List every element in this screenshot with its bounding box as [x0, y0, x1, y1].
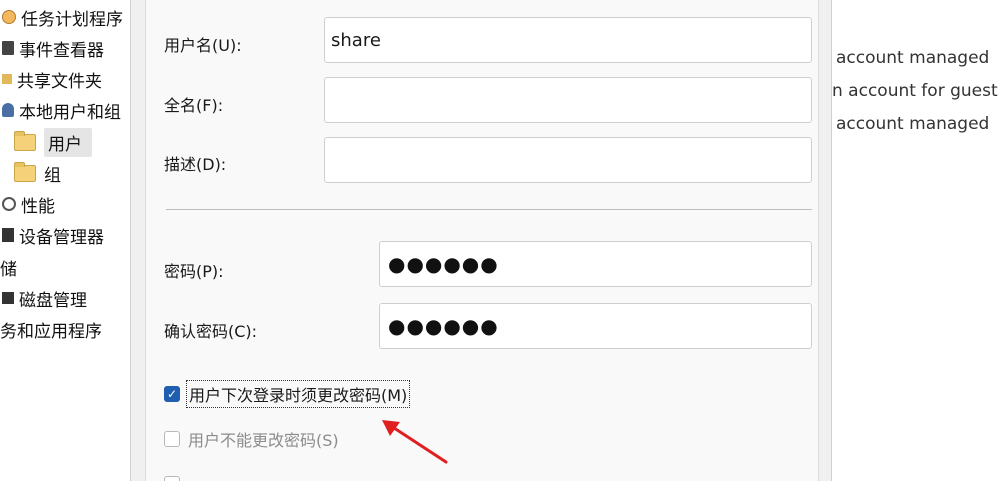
- tree-item-label: 储: [0, 259, 17, 280]
- user-description-list: account managed n account for guest acco…: [832, 0, 1000, 481]
- navigation-tree: 任务计划程序 事件查看器 共享文件夹 本地用户和组 用户 组 性能 设备管理器 …: [0, 0, 140, 481]
- confirm-password-mask: ●●●●●●: [388, 314, 499, 338]
- confirm-password-input[interactable]: ●●●●●●: [379, 303, 812, 349]
- cannot-change-password-label: 用户不能更改密码(S): [188, 431, 339, 450]
- next-option-row[interactable]: [164, 470, 180, 481]
- performance-icon: [2, 197, 16, 211]
- users-group-icon: [2, 103, 14, 117]
- tree-item-label: 磁盘管理: [19, 290, 87, 311]
- list-item[interactable]: n account for guest: [832, 81, 998, 101]
- section-divider: [166, 209, 812, 210]
- tree-item-label: 本地用户和组: [19, 102, 121, 123]
- description-label: 描述(D):: [164, 155, 227, 174]
- user-properties-dialog: 用户名(U): 全名(F): 描述(D): 密码(P): ●●●●●● 确认密码…: [130, 0, 832, 481]
- tree-item-performance[interactable]: 性能: [2, 189, 55, 219]
- clock-icon: [2, 10, 16, 24]
- disk-icon: [2, 292, 14, 304]
- username-input[interactable]: [324, 17, 812, 63]
- tree-item-groups[interactable]: 组: [14, 158, 61, 188]
- shared-folder-icon: [2, 74, 12, 84]
- tree-item-storage[interactable]: 储: [0, 252, 17, 282]
- checkbox-unchecked-icon[interactable]: [164, 476, 180, 481]
- checkbox-unchecked-icon[interactable]: [164, 431, 180, 447]
- tree-item-disk-management[interactable]: 磁盘管理: [2, 283, 87, 313]
- folder-icon: [14, 130, 36, 151]
- device-manager-icon: [2, 228, 14, 242]
- tree-item-label: 任务计划程序: [21, 9, 123, 30]
- password-mask: ●●●●●●: [388, 252, 499, 276]
- folder-icon: [14, 161, 36, 182]
- tree-item-label: 务和应用程序: [0, 321, 102, 342]
- description-input[interactable]: [324, 137, 812, 183]
- fullname-label: 全名(F):: [164, 96, 224, 115]
- tree-item-label: 用户: [44, 127, 92, 157]
- tree-item-task-scheduler[interactable]: 任务计划程序: [2, 2, 123, 32]
- tree-item-label: 事件查看器: [19, 40, 104, 61]
- list-item[interactable]: account managed: [836, 48, 989, 68]
- annotation-arrow-icon: [382, 420, 448, 464]
- fullname-input[interactable]: [324, 77, 812, 123]
- username-label: 用户名(U):: [164, 36, 242, 55]
- must-change-password-option[interactable]: ✓ 用户下次登录时须更改密码(M): [164, 380, 411, 408]
- confirm-password-label: 确认密码(C):: [164, 322, 258, 341]
- password-input[interactable]: ●●●●●●: [379, 241, 812, 287]
- password-label: 密码(P):: [164, 262, 224, 281]
- tree-item-services-applications[interactable]: 务和应用程序: [0, 314, 102, 344]
- tree-item-event-viewer[interactable]: 事件查看器: [2, 33, 104, 63]
- event-viewer-icon: [2, 41, 14, 55]
- tree-item-label: 性能: [21, 196, 55, 217]
- list-item[interactable]: account managed: [836, 114, 989, 134]
- tree-item-local-users-groups[interactable]: 本地用户和组: [2, 95, 121, 125]
- general-tab-panel: 用户名(U): 全名(F): 描述(D): 密码(P): ●●●●●● 确认密码…: [145, 0, 819, 481]
- tree-item-label: 共享文件夹: [17, 71, 102, 92]
- tree-item-shared-folders[interactable]: 共享文件夹: [2, 64, 102, 94]
- checkbox-checked-icon[interactable]: ✓: [164, 386, 180, 402]
- must-change-password-label: 用户下次登录时须更改密码(M): [186, 380, 411, 408]
- tree-item-users[interactable]: 用户: [14, 127, 92, 157]
- cannot-change-password-option[interactable]: 用户不能更改密码(S): [164, 425, 341, 453]
- tree-item-device-manager[interactable]: 设备管理器: [2, 220, 104, 250]
- tree-item-label: 组: [44, 165, 61, 186]
- tree-item-label: 设备管理器: [19, 227, 104, 248]
